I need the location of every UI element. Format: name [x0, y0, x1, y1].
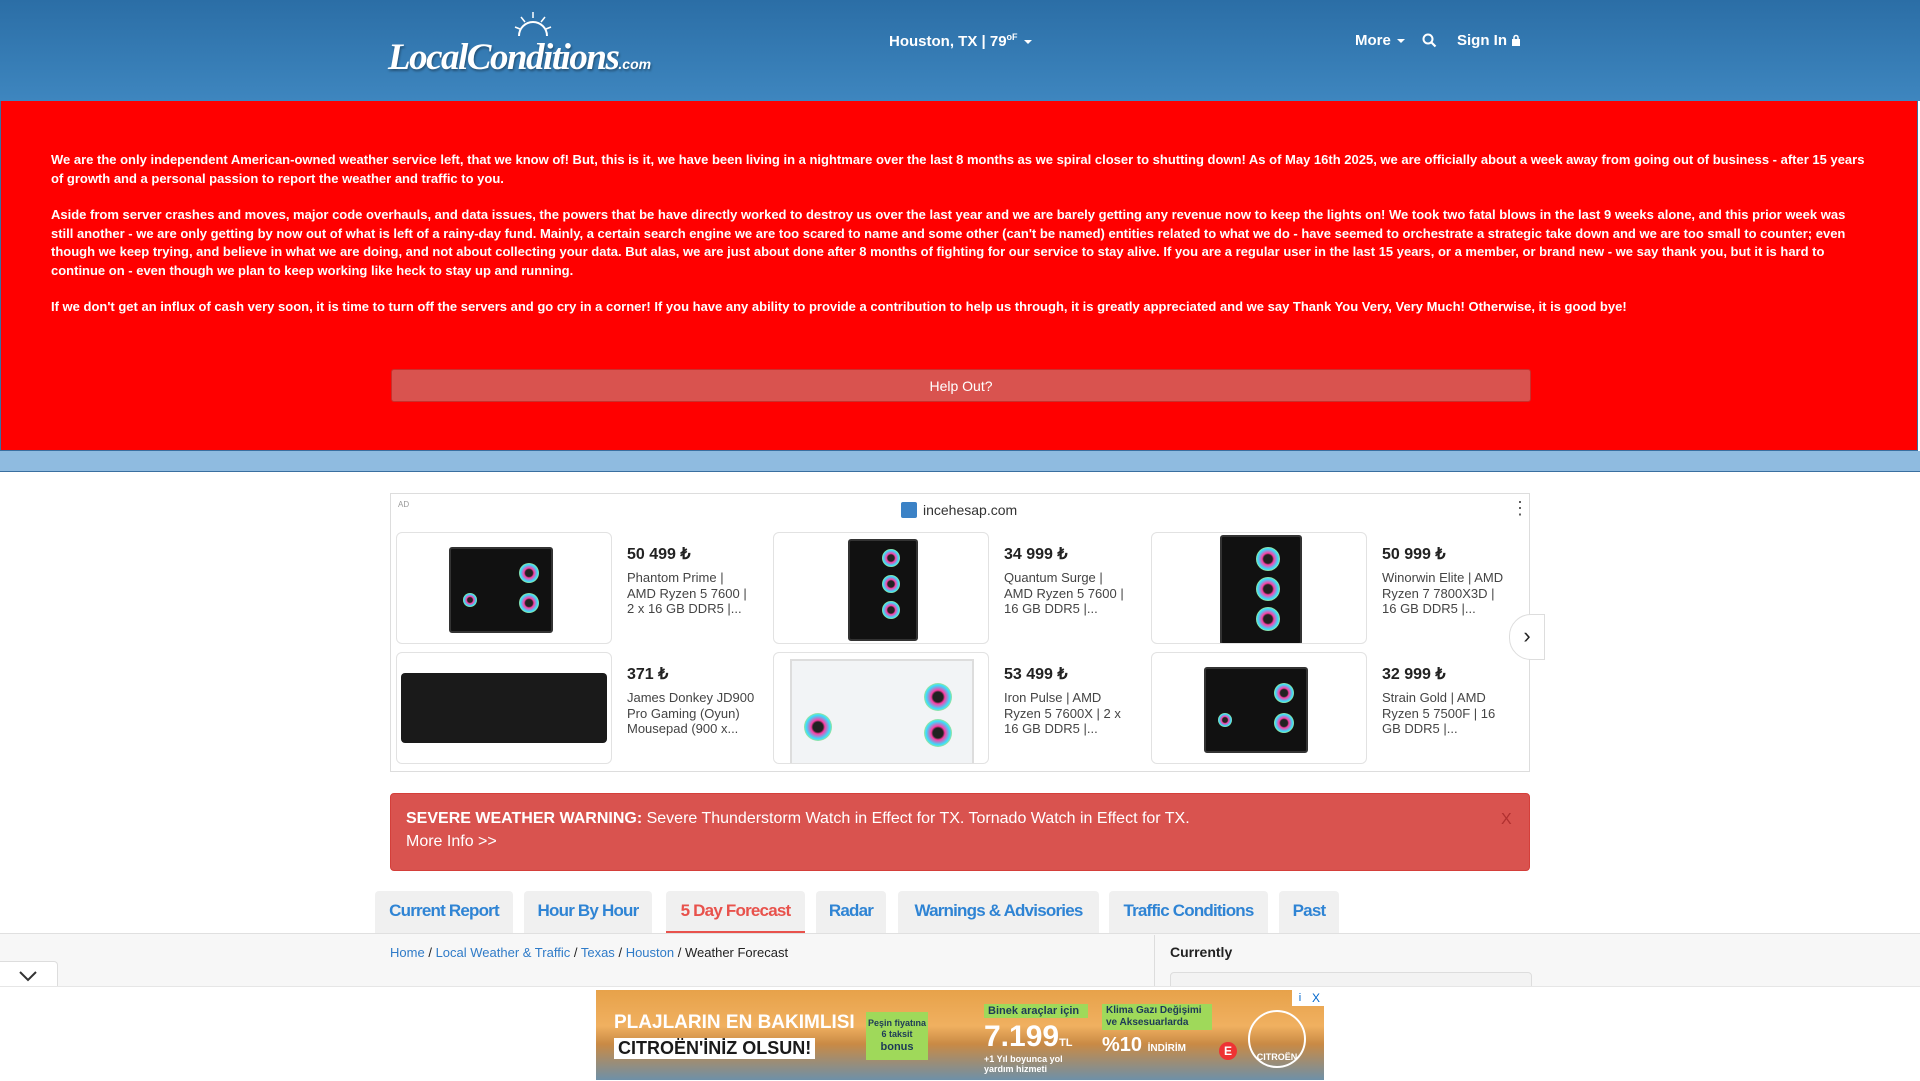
ad-headline-1: PLAJLARIN EN BAKIMLISI — [614, 1012, 855, 1033]
close-icon[interactable]: X — [1501, 811, 1512, 829]
more-menu[interactable]: More — [1355, 32, 1405, 49]
alert-label: SEVERE WEATHER WARNING: — [406, 810, 643, 827]
installment-text: Peşin fiyatına 6 taksit — [867, 1018, 927, 1039]
product-ad: AD incehesap.com ⋮ 50 499 ₺ Phantom Prim… — [390, 493, 1545, 772]
ad-product-card[interactable]: 34 999 ₺ Quantum Surge | AMD Ryzen 5 760… — [768, 532, 1138, 648]
alert-message: SEVERE WEATHER WARNING: Severe Thunderst… — [406, 810, 1190, 828]
ad-product-card[interactable]: 371 ₺ James Donkey JD900 Pro Gaming (Oyu… — [391, 652, 761, 768]
chevron-right-icon[interactable]: › — [1509, 614, 1545, 660]
currently-heading: Currently — [1170, 944, 1233, 960]
ad-headline-2: CITROËN'İNİZ OLSUN! — [614, 1038, 816, 1059]
breadcrumb-separator: / — [428, 945, 432, 960]
more-options-icon[interactable]: ⋮ — [1511, 499, 1529, 517]
notice-paragraph-2: Aside from server crashes and moves, maj… — [51, 207, 1846, 278]
logo-text: LocalConditions.com — [388, 37, 652, 78]
tab-warnings-advisories[interactable]: Warnings & Advisories — [898, 891, 1099, 933]
product-title: Phantom Prime | AMD Ryzen 5 7600 | 2 x 1… — [627, 570, 747, 616]
notice-paragraph-3: If we don't get an influx of cash very s… — [51, 299, 1627, 314]
product-price: 34 999 ₺ — [1004, 546, 1068, 563]
site-header: LocalConditions.com Houston, TX | 79oF M… — [0, 0, 1920, 101]
breadcrumb-local[interactable]: Local Weather & Traffic — [436, 945, 571, 960]
sign-in-label: Sign In — [1457, 32, 1507, 49]
caret-down-icon — [1396, 39, 1405, 44]
ad-info-icon[interactable]: i — [1292, 990, 1308, 1006]
breadcrumb-separator: / — [677, 945, 682, 960]
help-out-button[interactable]: Help Out? — [391, 369, 1531, 402]
location-label: Houston, TX | 79 — [889, 33, 1007, 50]
product-title: Strain Gold | AMD Ryzen 5 7500F | 16 GB … — [1382, 690, 1496, 736]
caret-down-icon — [1023, 40, 1032, 45]
ad-product-card[interactable]: 32 999 ₺ Strain Gold | AMD Ryzen 5 7500F… — [1146, 652, 1516, 768]
product-image — [396, 532, 612, 644]
product-price: 32 999 ₺ — [1382, 666, 1446, 683]
more-label: More — [1355, 32, 1391, 49]
tab-past[interactable]: Past — [1279, 891, 1339, 933]
breadcrumb-separator: / — [618, 945, 623, 960]
sign-in-link[interactable]: Sign In — [1457, 32, 1521, 49]
offer-price-value: 7.199 — [984, 1020, 1060, 1053]
more-info-link[interactable]: More Info >> — [406, 833, 497, 851]
product-image — [396, 652, 612, 764]
citroen-logo: CITROËN — [1248, 1010, 1306, 1068]
discount-heading: Klima Gazı Değişimi ve Aksesuarlarda — [1102, 1004, 1212, 1030]
brand-name: CITROËN — [1256, 1052, 1298, 1062]
offer-price: 7.199TL — [984, 1020, 1088, 1054]
temp-unit: oF — [1006, 32, 1018, 42]
chevron-down-icon — [19, 971, 37, 982]
tab-traffic-conditions[interactable]: Traffic Conditions — [1109, 891, 1268, 933]
ad-label: AD — [398, 500, 410, 509]
citroen-ad-banner[interactable]: PLAJLARIN EN BAKIMLISI CITROËN'İNİZ OLSU… — [596, 990, 1324, 1080]
product-title: Winorwin Elite | AMD Ryzen 7 7800X3D | 1… — [1382, 570, 1504, 616]
product-image — [773, 532, 989, 644]
breadcrumb-separator: / — [573, 945, 578, 960]
product-image — [773, 652, 989, 764]
site-logo[interactable]: LocalConditions.com — [388, 10, 652, 80]
discount-label: İNDİRİM — [1147, 1043, 1186, 1054]
product-price: 371 ₺ — [627, 666, 669, 683]
offer-price-unit: TL — [1059, 1037, 1073, 1049]
product-title: Iron Pulse | AMD Ryzen 5 7600X | 2 x 16 … — [1004, 690, 1121, 736]
e-badge-icon: E — [1219, 1042, 1237, 1060]
ad-domain-link[interactable]: incehesap.com — [901, 502, 1017, 518]
severe-weather-alert: SEVERE WEATHER WARNING: Severe Thunderst… — [390, 793, 1530, 871]
favicon-icon — [901, 502, 917, 518]
offer-heading: Binek araçlar için — [984, 1004, 1088, 1018]
ad-product-card[interactable]: 53 499 ₺ Iron Pulse | AMD Ryzen 5 7600X … — [768, 652, 1138, 768]
ad-domain-text: incehesap.com — [923, 502, 1018, 518]
notice-paragraph-1: We are the only independent American-own… — [51, 152, 1865, 186]
tab-hour-by-hour[interactable]: Hour By Hour — [524, 891, 652, 933]
product-image — [1151, 652, 1367, 764]
search-icon[interactable] — [1422, 33, 1437, 48]
breadcrumb-city[interactable]: Houston — [626, 945, 674, 960]
product-price: 50 499 ₺ — [627, 546, 691, 563]
alert-text: Severe Thunderstorm Watch in Effect for … — [646, 810, 1190, 827]
service-price-offer: Binek araçlar için 7.199TL +1 Yıl boyunc… — [984, 1004, 1088, 1074]
offer-note: +1 Yıl boyunca yol yardım hizmeti — [984, 1054, 1063, 1074]
location-dropdown[interactable]: Houston, TX | 79oF — [889, 32, 1032, 50]
banner-divider-strip — [0, 451, 1920, 472]
breadcrumb-current: Weather Forecast — [684, 945, 789, 960]
discount-value: %10 İNDİRİM — [1102, 1034, 1212, 1057]
product-title: Quantum Surge | AMD Ryzen 5 7600 | 16 GB… — [1004, 570, 1124, 616]
breadcrumb-home[interactable]: Home — [390, 945, 425, 960]
ad-product-card[interactable]: 50 499 ₺ Phantom Prime | AMD Ryzen 5 760… — [391, 532, 761, 648]
ad-product-card[interactable]: 50 999 ₺ Winorwin Elite | AMD Ryzen 7 78… — [1146, 532, 1516, 648]
installment-badge: Peşin fiyatına 6 taksit bonus — [866, 1012, 928, 1060]
bonus-brand: bonus — [880, 1041, 914, 1053]
product-price: 50 999 ₺ — [1382, 546, 1446, 563]
product-title: James Donkey JD900 Pro Gaming (Oyun) Mou… — [627, 690, 755, 736]
product-price: 53 499 ₺ — [1004, 666, 1068, 683]
breadcrumb-state[interactable]: Texas — [581, 945, 615, 960]
tab-current-report[interactable]: Current Report — [375, 891, 513, 933]
tab-5-day-forecast[interactable]: 5 Day Forecast — [666, 891, 805, 933]
ad-close-icon[interactable]: X — [1308, 990, 1324, 1006]
lock-icon — [1512, 34, 1521, 46]
discount-offer: Klima Gazı Değişimi ve Aksesuarlarda %10… — [1102, 1004, 1212, 1074]
breadcrumb: Home / Local Weather & Traffic / Texas /… — [390, 945, 788, 960]
discount-percent: %10 — [1102, 1034, 1143, 1056]
product-image — [1151, 532, 1367, 644]
tab-radar[interactable]: Radar — [816, 891, 886, 933]
shutdown-notice-banner: We are the only independent American-own… — [0, 101, 1918, 451]
